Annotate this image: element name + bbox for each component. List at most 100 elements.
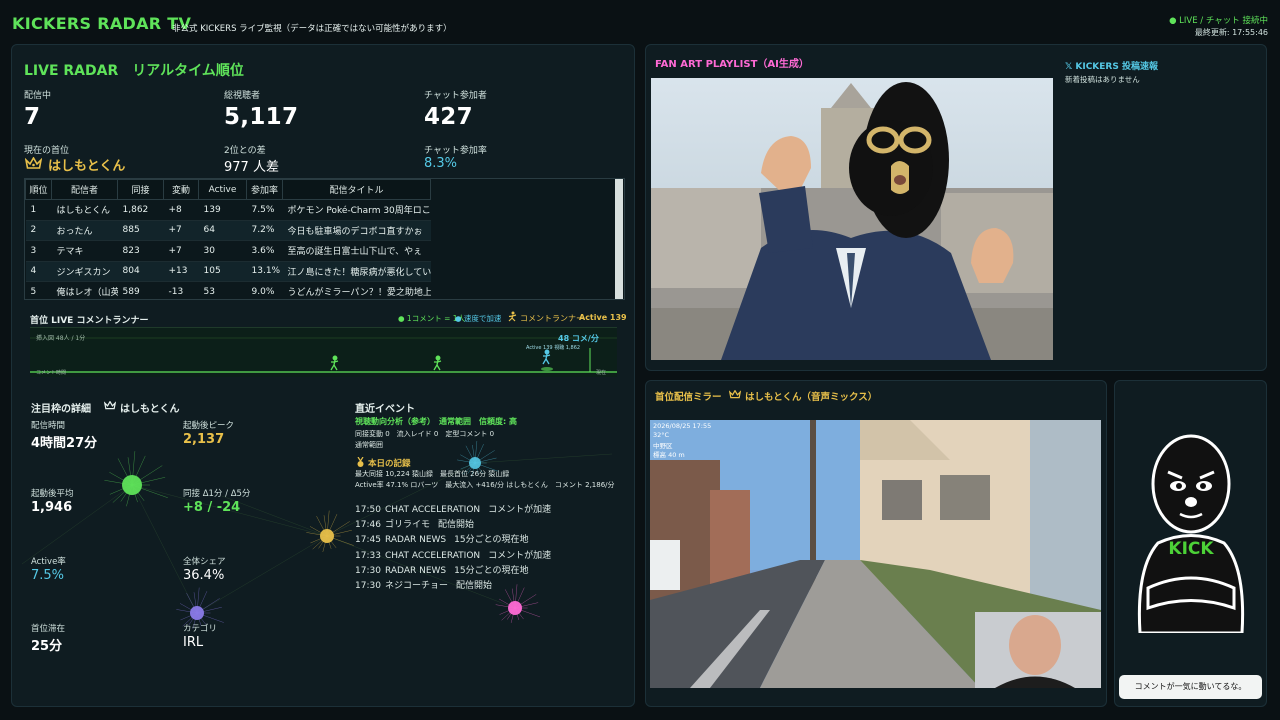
event-item: 17:33 CHAT ACCELERATION コメントが加速 xyxy=(355,548,551,561)
ranking-table-wrap[interactable]: 順位 配信者 同接 変動 Active 参加率 配信タイトル 1 はしもとくん 1,… xyxy=(24,178,625,300)
mascot-speech-bubble: コメントが一気に動いてるな。 xyxy=(1119,675,1262,699)
detail-label-average: 起動後平均 xyxy=(31,489,74,499)
col-header-streamer[interactable]: 配信者 xyxy=(51,179,118,200)
table-cell: 江ノ島にきた！糖尿病が悪化してい xyxy=(282,261,431,282)
table-cell: 今日も駐車場のデコボコ直すかぉ xyxy=(282,220,431,241)
event-type: ゴリライモ xyxy=(385,520,431,531)
detail-label-share: 全体シェア xyxy=(183,557,226,567)
detail-label-duration: 配信時間 xyxy=(31,421,66,431)
table-row[interactable]: 5 俺はレオ（山英 589 -13 53 9.0% うどんがミラーパン？！愛之助地上 xyxy=(25,281,431,299)
stat-label-chatters: チャット参加者 xyxy=(424,91,487,101)
event-item: 17:46 ゴリライモ 配信開始 xyxy=(355,517,474,530)
col-header-title[interactable]: 配信タイトル xyxy=(282,179,431,200)
event-time: 17:30 xyxy=(355,565,381,576)
table-row[interactable]: 2 おったん 885 +7 64 7.2% 今日も駐車場のデコボコ直すかぉ xyxy=(25,220,431,241)
runner-bottom-right: 現在 xyxy=(596,370,607,376)
table-cell: 13.1% xyxy=(246,261,283,282)
col-header-change[interactable]: 変動 xyxy=(163,179,199,200)
col-header-viewers[interactable]: 同接 xyxy=(117,179,164,200)
app-title: KICKERS RADAR TV xyxy=(12,14,192,33)
fanart-illustration xyxy=(651,82,1053,360)
app-subtitle: 非公式 KICKERS ライブ監視（データは正確ではない可能性があります） xyxy=(172,24,452,34)
mirror-title: 首位配信ミラー xyxy=(655,392,722,403)
mascot-image: KICK xyxy=(1137,434,1245,633)
table-cell: 139 xyxy=(198,199,247,221)
table-cell: テマキ xyxy=(51,240,118,262)
live-status: ● LIVE / チャット 接続中 xyxy=(1169,16,1268,26)
event-type: CHAT ACCELERATION xyxy=(385,505,481,515)
table-row[interactable]: 4 ジンギスカン 804 +13 105 13.1% 江ノ島にきた！糖尿病が悪化してい xyxy=(25,261,431,282)
mirror-scene xyxy=(650,420,1101,688)
detail-title: 注目枠の詳細 xyxy=(31,404,91,415)
table-cell: 至高の誕生日富士山下山で、やぇ xyxy=(282,240,431,262)
table-cell: +7 xyxy=(163,240,199,262)
col-header-rate[interactable]: 参加率 xyxy=(246,179,283,200)
detail-value-active: 7.5% xyxy=(31,568,65,583)
record-title: 本日の記録 xyxy=(368,459,411,469)
crown-icon xyxy=(729,390,741,399)
events-title: 直近イベント xyxy=(355,404,415,415)
table-cell: +7 xyxy=(163,220,199,241)
mascot-shirt-text: KICK xyxy=(1168,539,1214,559)
detail-value-duration: 4時間27分 xyxy=(31,436,98,451)
overlay-altitude: 標高 40 m xyxy=(653,451,685,459)
runner-bottom-left: コメント時間 xyxy=(36,370,67,376)
table-cell: 804 xyxy=(117,261,164,282)
table-scrollbar[interactable] xyxy=(615,179,623,299)
runner-label: コメントランナー xyxy=(520,314,584,323)
col-header-rank[interactable]: 順位 xyxy=(25,179,52,200)
event-desc: 15分ごとの現在地 xyxy=(454,565,529,576)
detail-value-share: 36.4% xyxy=(183,568,225,583)
runner-figure-leader xyxy=(542,349,551,365)
runner-left-note: 挿入図 48人 / 1分 xyxy=(36,335,86,342)
runner-figure-2 xyxy=(433,355,442,371)
stat-label-viewers: 総視聴者 xyxy=(224,91,261,101)
table-cell: 1 xyxy=(25,199,52,221)
table-cell: +13 xyxy=(163,261,199,282)
event-time: 17:30 xyxy=(355,581,381,591)
event-item: 17:30 RADAR NEWS 15分ごとの現在地 xyxy=(355,563,529,576)
crown-icon xyxy=(25,157,42,169)
table-cell: はしもとくん xyxy=(51,199,118,221)
table-cell: 4 xyxy=(25,261,52,282)
detail-value-top-time: 25分 xyxy=(31,639,63,654)
mirror-video[interactable]: 2026/08/25 17:55 32°C 中野区 標高 40 m xyxy=(650,420,1101,688)
detail-label-category: カテゴリ xyxy=(183,624,218,634)
detail-value-category: IRL xyxy=(183,635,204,650)
detail-label-delta: 同接 Δ1分 / Δ5分 xyxy=(183,489,251,499)
runner-track: 挿入図 48人 / 1分 48 コメ/分 Active 139 視聴 1,862… xyxy=(30,327,617,377)
runner-legend-2: ● 速度で加速 xyxy=(455,314,502,323)
table-cell: 7.5% xyxy=(246,199,283,221)
table-cell: 5 xyxy=(25,281,52,299)
detail-value-delta: +8 / -24 xyxy=(183,500,241,515)
fanart-image[interactable] xyxy=(651,78,1053,360)
network-graphic xyxy=(22,440,613,630)
detail-value-peak: 2,137 xyxy=(183,432,225,447)
events-analysis-line1: 同接変動 0 流入レイド 0 定型コメント 0 xyxy=(355,430,495,438)
events-analysis-line2: 通常範囲 xyxy=(355,441,383,449)
table-cell: 2 xyxy=(25,220,52,241)
record-line1: 最大同接 10,224 猿山録 最長首位 26分 猿山録 xyxy=(355,470,510,478)
table-row[interactable]: 3 テマキ 823 +7 30 3.6% 至高の誕生日富士山下山で、やぇ xyxy=(25,240,431,262)
last-updated: 最終更新: 17:55:46 xyxy=(1194,28,1268,37)
table-cell: 3 xyxy=(25,240,52,262)
table-cell: 64 xyxy=(198,220,247,241)
event-item: 17:45 RADAR NEWS 15分ごとの現在地 xyxy=(355,532,529,545)
table-cell: ジンギスカン xyxy=(51,261,118,282)
event-time: 17:45 xyxy=(355,535,381,546)
table-cell: 9.0% xyxy=(246,281,283,299)
event-time: 17:50 xyxy=(355,505,381,515)
table-cell: ポケモン Poké-Charm 30周年ロこ xyxy=(282,199,431,221)
table-cell: うどんがミラーパン？！愛之助地上 xyxy=(282,281,431,299)
event-desc: コメントが加速 xyxy=(488,550,552,561)
table-row[interactable]: 1 はしもとくん 1,862 +8 139 7.5% ポケモン Poké-Charm 30周… xyxy=(25,199,431,221)
col-header-active[interactable]: Active xyxy=(198,179,247,200)
table-cell: 俺はレオ（山英 xyxy=(51,281,118,299)
event-type: CHAT ACCELERATION xyxy=(385,550,481,561)
crown-icon xyxy=(104,401,116,410)
stat-value-chatters: 427 xyxy=(424,104,473,130)
rate-value: 8.3% xyxy=(424,156,458,171)
radar-title: LIVE RADAR リアルタイム順位 xyxy=(24,63,244,79)
event-desc: コメントが加速 xyxy=(488,505,552,515)
detail-label-top-time: 首位滞在 xyxy=(31,624,66,634)
